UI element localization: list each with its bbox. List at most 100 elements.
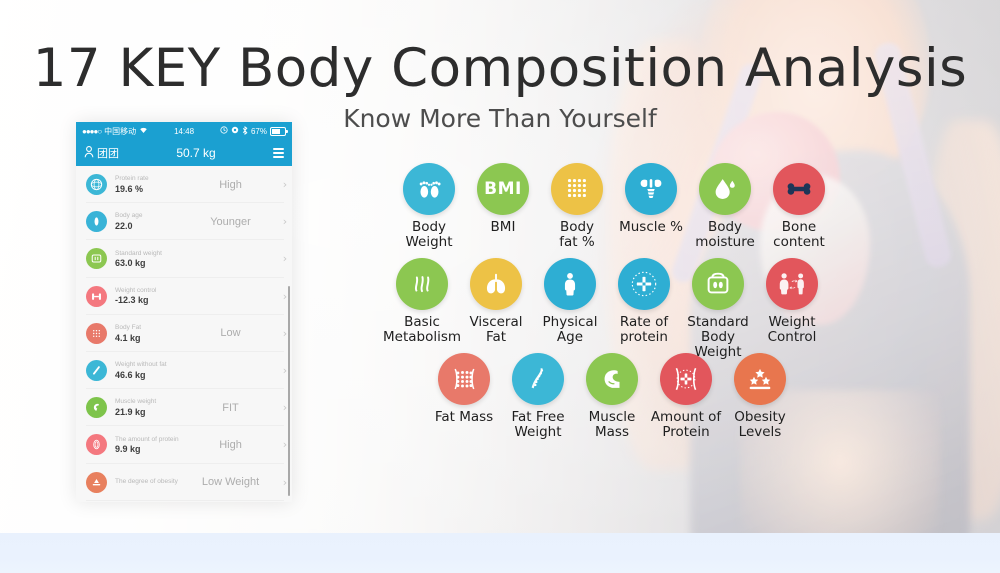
list-item-state: Younger: [210, 215, 251, 228]
water-drop-icon: [699, 163, 751, 215]
nav-user[interactable]: 团团: [84, 145, 119, 161]
feature-physical-age[interactable]: Physical Age: [534, 258, 606, 360]
battery-percent-label: 67%: [250, 126, 267, 136]
list-item[interactable]: Body Fat 4.1 kg Low ›: [76, 315, 292, 352]
feature-muscle-percent[interactable]: Muscle %: [615, 163, 687, 250]
feature-label: Body fat %: [559, 219, 595, 250]
feature-amount-of-protein[interactable]: Amount of Protein: [650, 353, 722, 440]
protein-molecule-icon: [618, 258, 670, 310]
list-item[interactable]: The degree of obesity Low Weight ›: [76, 464, 292, 501]
list-item-value: 63.0 kg: [115, 258, 146, 269]
feature-label: Muscle %: [619, 219, 683, 235]
feature-label: Fat Free Weight: [511, 409, 565, 440]
list-item[interactable]: Weight control -12.3 kg ›: [76, 278, 292, 315]
list-item[interactable]: Muscle weight 21.9 kg FIT ›: [76, 389, 292, 426]
stars-icon: [734, 353, 786, 405]
two-people-icon: [766, 258, 818, 310]
phone-status-bar: ●●●●○ 中国移动 14:48 67%: [76, 122, 292, 140]
chevron-right-icon[interactable]: ›: [278, 252, 292, 265]
feature-label: Physical Age: [542, 314, 598, 345]
list-scrollbar[interactable]: [288, 286, 290, 496]
list-item-value: 9.9 kg: [115, 444, 141, 455]
list-item[interactable]: The amount of protein 9.9 kg High ›: [76, 426, 292, 463]
wifi-icon: [139, 126, 148, 136]
feature-label: Fat Mass: [434, 409, 494, 425]
phone-mockup: ●●●●○ 中国移动 14:48 67% 团团 50.7 kg Protein …: [76, 122, 292, 502]
list-item-text: The degree of obesity: [115, 478, 189, 487]
list-item-label: Body age: [115, 212, 143, 220]
feature-body-fat-percent[interactable]: Body fat %: [541, 163, 613, 250]
list-item-label: Weight control: [115, 286, 157, 294]
feature-label: Body Weight: [405, 219, 453, 250]
carrier-label: 中国移动: [104, 126, 137, 136]
list-item-state: Low: [220, 327, 241, 340]
list-item-value: 19.6 %: [115, 183, 144, 194]
bluetooth-icon: [242, 125, 248, 137]
phone-nav-bar: 团团 50.7 kg: [76, 140, 292, 166]
lungs-icon: [470, 258, 522, 310]
feature-bone-content[interactable]: Bone content: [763, 163, 835, 250]
page-title: 17 KEY Body Composition Analysis: [32, 38, 968, 99]
fat-cells-icon: [438, 353, 490, 405]
list-item-value: -12.3 kg: [115, 295, 149, 306]
feature-weight-control[interactable]: Weight Control: [756, 258, 828, 360]
feature-standard-body-weight[interactable]: Standard Body Weight: [682, 258, 754, 360]
list-item[interactable]: Weight without fat 46.6 kg ›: [76, 352, 292, 389]
body-age-icon: [86, 211, 107, 233]
feature-body-moisture[interactable]: Body moisture: [689, 163, 761, 250]
scale-body-icon: [692, 258, 744, 310]
list-item-state: High: [219, 438, 242, 451]
feature-row-1: Body Weight BMI BMI Body fat % Muscle % …: [392, 163, 836, 250]
bottom-band: [0, 533, 1000, 573]
protein-rate-icon: [86, 174, 107, 196]
feature-label: Visceral Fat: [469, 314, 523, 345]
list-item[interactable]: Body age 22.0 Younger ›: [76, 203, 292, 240]
bmi-text-icon: BMI: [477, 163, 529, 215]
feature-fat-free-weight[interactable]: Fat Free Weight: [502, 353, 574, 440]
feature-label: Weight Control: [767, 314, 817, 345]
list-item-state: High: [219, 178, 242, 191]
feature-body-weight[interactable]: Body Weight: [393, 163, 465, 250]
list-item-text: Body age 22.0: [115, 212, 189, 231]
feature-basic-metabolism[interactable]: Basic Metabolism: [383, 258, 461, 360]
chevron-right-icon[interactable]: ›: [278, 215, 292, 228]
feature-obesity-levels[interactable]: Obesity Levels: [724, 353, 796, 440]
list-item-text: The amount of protein 9.9 kg: [115, 436, 189, 455]
list-item-text: Standard weight 63.0 kg: [115, 250, 189, 269]
flexed-arm-icon: [586, 353, 638, 405]
feature-label: Obesity Levels: [734, 409, 786, 440]
feature-row-3: Fat Mass Fat Free Weight Muscle Mass Amo…: [427, 353, 797, 440]
list-item-label: Body Fat: [115, 324, 142, 332]
chevron-right-icon[interactable]: ›: [278, 178, 292, 191]
feature-muscle-mass[interactable]: Muscle Mass: [576, 353, 648, 440]
rotation-lock-icon: [231, 126, 239, 136]
feature-label: BMI: [490, 219, 516, 235]
status-bar-right: 67%: [220, 125, 288, 137]
feature-rate-of-protein[interactable]: Rate of protein: [608, 258, 680, 360]
feature-fat-mass[interactable]: Fat Mass: [428, 353, 500, 440]
alarm-icon: [220, 126, 228, 136]
list-item-state: Low Weight: [201, 476, 260, 489]
list-item-text: Body Fat 4.1 kg: [115, 324, 189, 343]
feature-label: Rate of protein: [619, 314, 669, 345]
battery-icon: [270, 126, 288, 136]
list-item-value: 4.1 kg: [115, 332, 141, 343]
list-item[interactable]: Standard weight 63.0 kg ›: [76, 240, 292, 277]
feature-row-2: Basic Metabolism Visceral Fat Physical A…: [383, 258, 829, 360]
feature-visceral-fat[interactable]: Visceral Fat: [460, 258, 532, 360]
status-bar-left: ●●●●○ 中国移动: [82, 126, 148, 137]
feature-bmi[interactable]: BMI BMI: [467, 163, 539, 250]
metrics-list[interactable]: Protein rate 19.6 % High › Body age 22.0…: [76, 166, 292, 502]
list-menu-icon[interactable]: [273, 148, 284, 158]
list-item-text: Protein rate 19.6 %: [115, 175, 189, 194]
list-item-text: Muscle weight 21.9 kg: [115, 398, 189, 417]
list-item-state: FIT: [222, 401, 239, 414]
weight-without-fat-icon: [86, 360, 107, 382]
list-item-label: Weight without fat: [115, 361, 167, 369]
list-item-label: The degree of obesity: [115, 477, 178, 485]
feature-label: Amount of Protein: [650, 409, 722, 440]
list-item[interactable]: Protein rate 19.6 % High ›: [76, 166, 292, 203]
bmi-glyph-text: BMI: [484, 179, 522, 199]
list-item-text: Weight control -12.3 kg: [115, 287, 189, 306]
signal-dots-icon: ●●●●○: [82, 126, 102, 136]
